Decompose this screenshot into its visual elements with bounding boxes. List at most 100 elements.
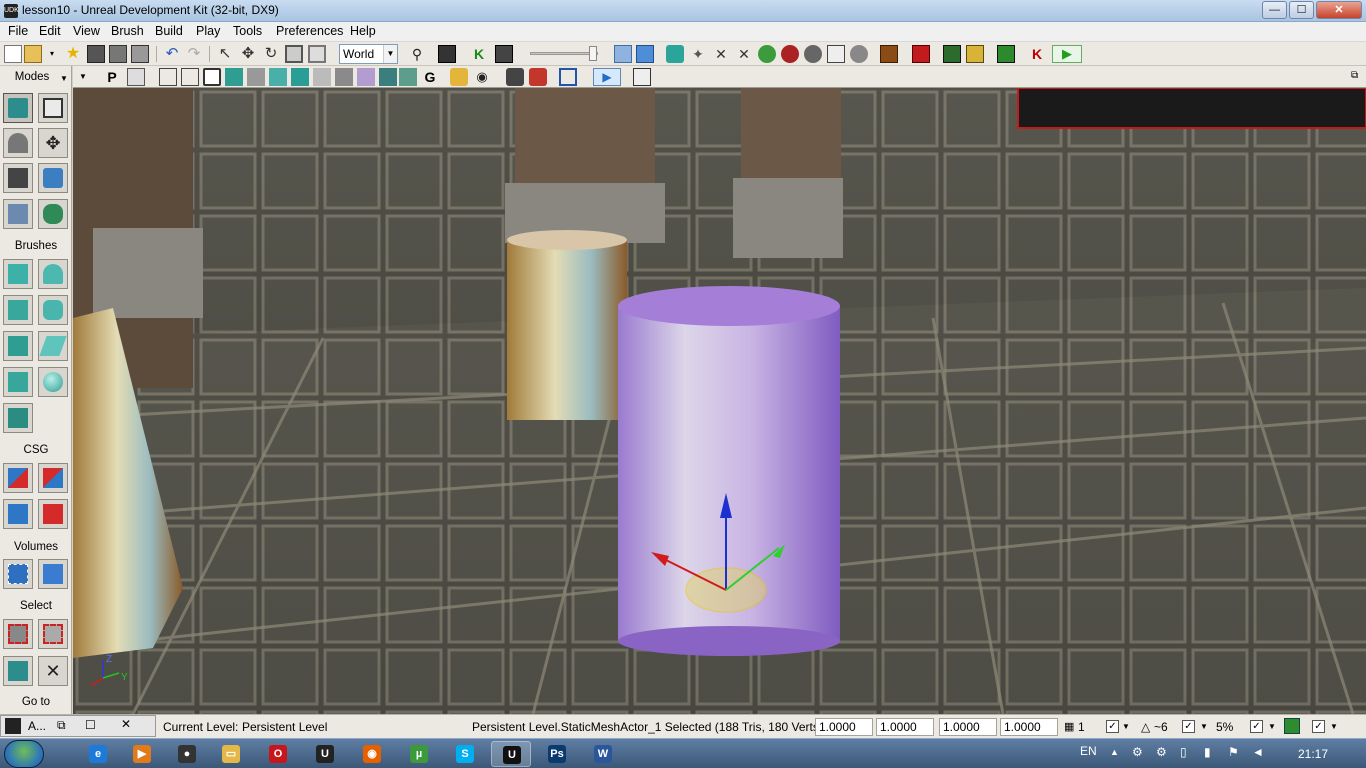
landscape-button[interactable] bbox=[3, 199, 33, 229]
csg-subtract-button[interactable] bbox=[38, 463, 68, 493]
rotate-icon[interactable]: ↻ bbox=[262, 45, 280, 63]
menu-file[interactable]: File bbox=[8, 24, 28, 38]
camera-mode-button[interactable] bbox=[3, 93, 33, 123]
drag-grid-field-1[interactable]: 1.0000 bbox=[815, 718, 873, 736]
perspective-toggle[interactable]: P bbox=[103, 68, 121, 86]
unlit-cube-icon[interactable] bbox=[203, 68, 221, 86]
csg-add-button[interactable] bbox=[3, 463, 33, 493]
minimize-button[interactable]: — bbox=[1262, 1, 1287, 19]
lightmass-icon[interactable] bbox=[804, 45, 822, 63]
taskbar-utorrent[interactable]: µ bbox=[399, 741, 439, 767]
skeleton-icon[interactable] bbox=[850, 45, 868, 63]
build-paths-icon[interactable]: ✕ bbox=[712, 45, 730, 63]
close-icon[interactable]: ✕ bbox=[121, 717, 131, 731]
rotation-snap-checkbox[interactable]: ✓ bbox=[1182, 720, 1195, 733]
taskbar-explorer[interactable]: ▭ bbox=[211, 741, 251, 767]
show-selected-button[interactable] bbox=[3, 619, 33, 649]
select-invert-button[interactable] bbox=[3, 656, 33, 686]
language-indicator[interactable]: EN bbox=[1080, 744, 1097, 758]
play-in-console-icon[interactable] bbox=[943, 45, 961, 63]
wireframe-cube-icon[interactable] bbox=[159, 68, 177, 86]
drag-checkbox[interactable]: ✓ bbox=[1312, 720, 1325, 733]
maximize-button[interactable]: ☐ bbox=[1289, 1, 1314, 19]
shader-complexity-icon[interactable] bbox=[335, 68, 353, 86]
build-all-icon[interactable] bbox=[758, 45, 776, 63]
undo-icon[interactable]: ↶ bbox=[163, 45, 181, 63]
perspective-viewport[interactable]: Z Y bbox=[73, 88, 1366, 714]
favorites-star-icon[interactable]: ★ bbox=[64, 45, 82, 63]
minimized-window-tab[interactable]: A... ⧉ ☐ ✕ bbox=[0, 715, 156, 737]
taskbar-udk-active[interactable]: U bbox=[491, 741, 531, 767]
drag-grid-field-3[interactable]: 1.0000 bbox=[939, 718, 997, 736]
menu-help[interactable]: Help bbox=[350, 24, 376, 38]
build-lighting-icon[interactable]: ✦ bbox=[689, 45, 707, 63]
matinee-icon[interactable] bbox=[495, 45, 513, 63]
curved-stair-button[interactable] bbox=[3, 295, 33, 325]
udk-app-icon[interactable]: UDK bbox=[4, 4, 19, 18]
autosave-icon[interactable] bbox=[1284, 718, 1300, 734]
volume-list-button[interactable] bbox=[38, 559, 68, 589]
add-volume-button[interactable] bbox=[3, 559, 33, 589]
red-actor-icon[interactable] bbox=[912, 45, 930, 63]
taskbar-skype[interactable]: S bbox=[445, 741, 485, 767]
game-view-toggle[interactable]: G bbox=[421, 68, 439, 86]
taskbar-photoshop[interactable]: Ps bbox=[537, 741, 577, 767]
grid-dropdown-icon[interactable]: ▼ bbox=[1122, 722, 1130, 731]
lit-cube-icon[interactable] bbox=[225, 68, 243, 86]
pie-settings-icon[interactable] bbox=[966, 45, 984, 63]
cone-brush-button[interactable] bbox=[38, 259, 68, 289]
terrain-mode-button[interactable] bbox=[3, 128, 33, 158]
tray-signal-icon[interactable]: ▮ bbox=[1204, 745, 1211, 759]
kismet-icon[interactable]: K bbox=[470, 45, 488, 63]
maximize-viewport-icon[interactable]: ⧉ bbox=[1351, 70, 1358, 81]
clock[interactable]: 21:17 bbox=[1298, 747, 1328, 761]
taskbar-word[interactable]: W bbox=[583, 741, 623, 767]
menu-tools[interactable]: Tools bbox=[233, 24, 262, 38]
tray-volume-icon[interactable]: ◄ bbox=[1252, 745, 1264, 759]
tray-expand-icon[interactable]: ▲ bbox=[1110, 747, 1119, 757]
scale-icon[interactable] bbox=[285, 45, 303, 63]
scale-nonuniform-icon[interactable] bbox=[308, 45, 326, 63]
close-button[interactable]: ✕ bbox=[1316, 1, 1362, 19]
lock-icon[interactable] bbox=[450, 68, 468, 86]
csg-intersect-button[interactable] bbox=[3, 499, 33, 529]
recent-files-dropdown-icon[interactable]: ▾ bbox=[46, 45, 58, 63]
viewport-camera-icon[interactable] bbox=[127, 68, 145, 86]
sheet-brush-button[interactable] bbox=[38, 331, 68, 361]
texture-density-icon[interactable] bbox=[313, 68, 331, 86]
open-folder-icon[interactable] bbox=[24, 45, 42, 63]
grid-snap-checkbox[interactable]: ✓ bbox=[1106, 720, 1119, 733]
foliage-button[interactable] bbox=[38, 199, 68, 229]
wooden-box-icon[interactable] bbox=[880, 45, 898, 63]
reflections-icon[interactable] bbox=[399, 68, 417, 86]
tray-device-icon[interactable]: ▯ bbox=[1180, 745, 1187, 759]
save-all-icon[interactable] bbox=[109, 45, 127, 63]
csg-deintersect-button[interactable] bbox=[38, 499, 68, 529]
taskbar-media-player[interactable]: ▶ bbox=[122, 741, 162, 767]
menu-build[interactable]: Build bbox=[155, 24, 183, 38]
camera-lock-icon[interactable] bbox=[633, 68, 651, 86]
lit-lightmap-density-icon[interactable] bbox=[379, 68, 397, 86]
monitor-icon[interactable] bbox=[997, 45, 1015, 63]
binoculars-search-icon[interactable]: ⚲ bbox=[408, 45, 426, 63]
detail-lighting-icon[interactable] bbox=[247, 68, 265, 86]
texture-pan-button[interactable] bbox=[3, 163, 33, 193]
save-icon[interactable] bbox=[87, 45, 105, 63]
translate-icon[interactable]: ✥ bbox=[239, 45, 257, 63]
menu-preferences[interactable]: Preferences bbox=[276, 24, 343, 38]
taskbar-udk[interactable]: U bbox=[305, 741, 345, 767]
tray-sync-icon[interactable]: ⚙ bbox=[1156, 745, 1167, 759]
drag-grid-field-4[interactable]: 1.0000 bbox=[1000, 718, 1058, 736]
taskbar-ie[interactable]: e bbox=[78, 741, 118, 767]
rotation-dropdown-icon[interactable]: ▼ bbox=[1200, 722, 1208, 731]
maximize-icon[interactable]: ☐ bbox=[85, 718, 96, 732]
volumetric-brush-button[interactable] bbox=[3, 403, 33, 433]
build-cover-icon[interactable]: ✕ bbox=[735, 45, 753, 63]
menu-play[interactable]: Play bbox=[196, 24, 220, 38]
cylinder-brush-button[interactable] bbox=[38, 295, 68, 325]
save-current-level-icon[interactable] bbox=[131, 45, 149, 63]
scale-snap-checkbox[interactable]: ✓ bbox=[1250, 720, 1263, 733]
drag-grid-field-2[interactable]: 1.0000 bbox=[876, 718, 934, 736]
toggle-view-icon[interactable] bbox=[614, 45, 632, 63]
play-in-editor-icon[interactable]: ▶ bbox=[1052, 45, 1082, 63]
